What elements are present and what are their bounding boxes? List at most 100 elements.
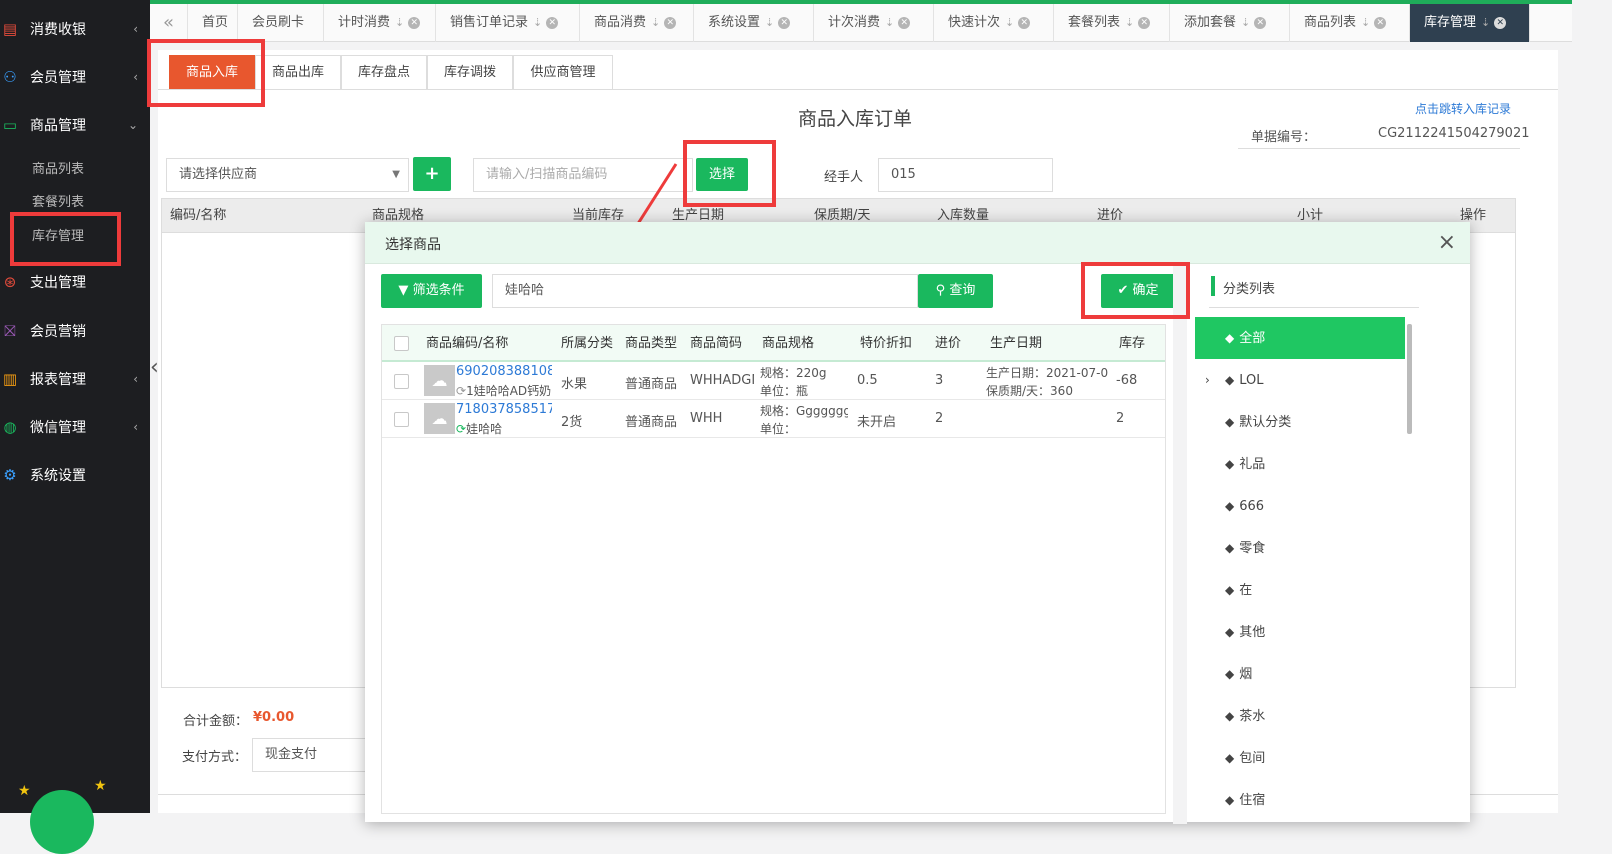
close-icon[interactable]: ✕ (664, 16, 677, 29)
sidebar-sub-inventory[interactable]: 库存管理 (32, 225, 84, 244)
category-item-lol[interactable]: › ◆ LOL (1195, 359, 1405, 401)
product-name: ⟳1娃哈哈AD钙奶 (456, 384, 552, 398)
close-icon[interactable]: ✕ (778, 16, 791, 29)
category-item-snacks[interactable]: ◆ 零食 (1195, 527, 1405, 569)
select-all-checkbox[interactable] (394, 336, 409, 351)
pin-icon[interactable]: ⇣ (1361, 16, 1370, 29)
tab-add-package[interactable]: 添加套餐 ⇣ ✕ (1170, 4, 1290, 42)
product-category: 2货 (561, 415, 583, 430)
row-checkbox[interactable] (394, 412, 409, 427)
category-item-tobacco[interactable]: ◆ 烟 (1195, 653, 1405, 695)
modal-gutter (1173, 264, 1187, 824)
tag-icon: ◆ (1225, 625, 1235, 639)
pin-icon[interactable]: ⇣ (395, 16, 404, 29)
select-product-modal: 选择商品 × ▼ 筛选条件 娃哈哈 ⚲ 查询 ✔ 确定 商品编码/名称 所属分类… (365, 222, 1470, 824)
total-label: 合计金额： (183, 714, 249, 729)
sidebar-item-reports[interactable]: ▥ 报表管理 ‹ (0, 358, 150, 400)
close-icon[interactable]: ✕ (1374, 16, 1387, 29)
pin-icon[interactable]: ⇣ (1005, 16, 1014, 29)
avatar[interactable] (30, 790, 94, 854)
add-supplier-button[interactable]: + (413, 157, 451, 191)
product-search-input[interactable]: 娃哈哈 (492, 274, 918, 308)
product-date: 生产日期：2021-07-0 (986, 366, 1108, 380)
subtab-stock-in[interactable]: 商品入库 (169, 55, 255, 89)
subtab-divider (158, 89, 1558, 90)
collapse-tabs-button[interactable]: « (150, 4, 188, 42)
sidebar-sub-goods-list[interactable]: 商品列表 (32, 158, 84, 177)
sidebar-item-expense[interactable]: ⊛ 支出管理 (0, 261, 150, 303)
pin-icon[interactable]: ⇣ (765, 16, 774, 29)
close-icon[interactable]: ✕ (546, 16, 559, 29)
close-icon[interactable]: ✕ (1254, 16, 1267, 29)
tag-icon: ◆ (1225, 751, 1235, 765)
category-item-default[interactable]: ◆ 默认分类 (1195, 401, 1405, 443)
pin-icon[interactable]: ⇣ (885, 16, 894, 29)
tab-member-card[interactable]: 会员刷卡 (238, 4, 324, 42)
tab-inventory[interactable]: 库存管理 ⇣ ✕ (1410, 4, 1530, 42)
tab-goods-list[interactable]: 商品列表 ⇣ ✕ (1290, 4, 1410, 42)
sidebar-item-wechat[interactable]: ◍ 微信管理 ‹ (0, 406, 150, 448)
sidebar-item-settings[interactable]: ⚙ 系统设置 (0, 454, 150, 496)
close-icon[interactable]: ✕ (1018, 16, 1031, 29)
sidebar-item-checkout[interactable]: ▤ 消费收银 ‹ (0, 8, 150, 50)
chevron-left-icon: ‹ (133, 420, 138, 434)
table-row[interactable]: ☁ 6902083881085 ⟳1娃哈哈AD钙奶 水果 普通商品 WHHADG… (382, 362, 1165, 400)
handler-input[interactable]: 015 (878, 158, 1053, 192)
category-item-all[interactable]: ◆ 全部 (1195, 317, 1405, 359)
tab-timed-consume[interactable]: 计时消费 ⇣ ✕ (324, 4, 436, 42)
collapse-left-icon[interactable]: ‹ (150, 355, 159, 380)
close-icon[interactable]: ✕ (408, 16, 421, 29)
tab-system-settings[interactable]: 系统设置 ⇣ ✕ (694, 4, 814, 42)
subtab-stock-out[interactable]: 商品出库 (255, 55, 341, 89)
category-item-room[interactable]: ◆ 包间 (1195, 737, 1405, 779)
jump-record-link[interactable]: 点击跳转入库记录 (1415, 100, 1511, 117)
subtab-supplier[interactable]: 供应商管理 (513, 55, 613, 89)
sidebar-item-members[interactable]: ⚇ 会员管理 ‹ (0, 56, 150, 98)
category-item-lodging[interactable]: ◆ 住宿 (1195, 779, 1405, 817)
confirm-button[interactable]: ✔ 确定 (1101, 274, 1175, 308)
pin-icon[interactable]: ⇣ (651, 16, 660, 29)
close-icon[interactable]: ✕ (898, 16, 911, 29)
sidebar-item-marketing[interactable]: ⛝ 会员营销 (0, 310, 150, 352)
supplier-select[interactable]: 请选择供应商 ▼ (166, 158, 409, 192)
col-stock: 库存 (1119, 336, 1146, 351)
category-item-other[interactable]: ◆ 其他 (1195, 611, 1405, 653)
sidebar-item-goods[interactable]: ▭ 商品管理 ⌄ (0, 104, 150, 146)
wechat-icon: ◍ (3, 418, 17, 436)
filter-button[interactable]: ▼ 筛选条件 (381, 274, 482, 308)
pin-icon[interactable]: ⇣ (533, 16, 542, 29)
tab-home[interactable]: 首页 (188, 4, 238, 42)
pin-icon[interactable]: ⇣ (1481, 16, 1490, 29)
close-icon[interactable]: × (1438, 230, 1456, 255)
table-row[interactable]: ☁ 718037858517 ⟳娃哈哈 2货 普通商品 WHH 规格：Ggggg… (382, 400, 1165, 438)
close-icon[interactable]: ✕ (1138, 16, 1151, 29)
choose-product-button[interactable]: 选择 (696, 158, 748, 191)
category-item-666[interactable]: ◆ 666 (1195, 485, 1405, 527)
tag-icon: ◆ (1225, 667, 1235, 681)
pin-icon[interactable]: ⇣ (1125, 16, 1134, 29)
product-code[interactable]: 6902083881085 (456, 364, 552, 379)
subtab-stocktake[interactable]: 库存盘点 (341, 55, 427, 89)
tab-goods-consume[interactable]: 商品消费 ⇣ ✕ (580, 4, 694, 42)
tab-quick-count[interactable]: 快速计次 ⇣ ✕ (934, 4, 1054, 42)
chevron-right-icon[interactable]: › (1205, 359, 1210, 401)
refresh-icon: ⟳ (456, 384, 467, 398)
category-scrollbar[interactable] (1407, 324, 1412, 434)
close-icon[interactable]: ✕ (1494, 16, 1507, 29)
tab-sales-orders[interactable]: 销售订单记录 ⇣ ✕ (436, 4, 580, 42)
tab-package-list[interactable]: 套餐列表 ⇣ ✕ (1054, 4, 1170, 42)
category-item-tea[interactable]: ◆ 茶水 (1195, 695, 1405, 737)
sidebar-sub-package-list[interactable]: 套餐列表 (32, 191, 84, 210)
category-item-zai[interactable]: ◆ 在 (1195, 569, 1405, 611)
query-button[interactable]: ⚲ 查询 (918, 274, 993, 308)
product-code[interactable]: 718037858517 (456, 402, 552, 417)
product-code-input[interactable]: 请输入/扫描商品编码 (473, 158, 693, 192)
row-checkbox[interactable] (394, 374, 409, 389)
product-name: ⟳娃哈哈 (456, 422, 503, 436)
subtab-transfer[interactable]: 库存调拨 (427, 55, 513, 89)
product-discount: 0.5 (857, 373, 878, 388)
gear-icon: ⚙ (3, 466, 17, 484)
category-item-gift[interactable]: ◆ 礼品 (1195, 443, 1405, 485)
pin-icon[interactable]: ⇣ (1241, 16, 1250, 29)
tab-count-consume[interactable]: 计次消费 ⇣ ✕ (814, 4, 934, 42)
